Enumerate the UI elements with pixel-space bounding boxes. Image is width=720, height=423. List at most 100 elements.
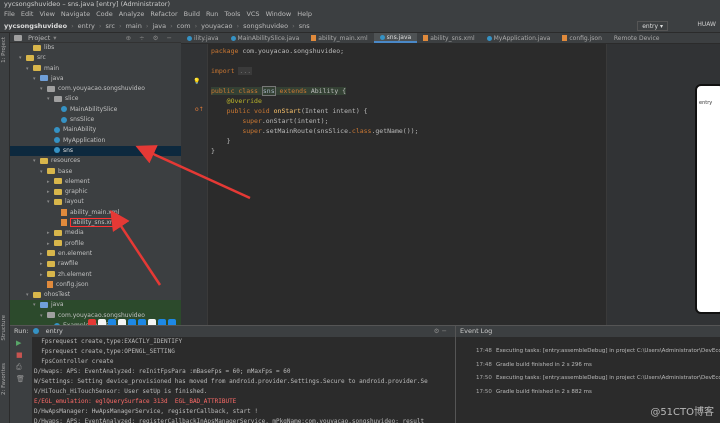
chevron-right-icon[interactable]: ▸ [40,249,47,259]
breadcrumb-main[interactable]: main [126,22,142,30]
tree-item-ability-main-xml[interactable]: ability_main.xml [10,208,181,218]
menu-view[interactable]: View [39,9,54,19]
tab-ability-sns-xml[interactable]: ability_sns.xml [417,33,480,43]
chevron-right-icon[interactable]: ▸ [47,228,54,238]
menu-file[interactable]: File [4,9,15,19]
tree-item-myapplication[interactable]: MyApplication [10,136,181,146]
tree-item-en-element[interactable]: ▸ en.element [10,249,181,259]
tree-item-mainability[interactable]: MainAbility [10,125,181,135]
project-panel-title[interactable]: Project [28,33,50,43]
chevron-right-icon[interactable]: ▸ [47,177,54,187]
menu-code[interactable]: Code [96,9,113,19]
favorites-tool-tab[interactable]: 2: Favorites [1,363,7,395]
run-config-tab[interactable]: entry [46,326,63,337]
tab-ility-java[interactable]: ility.java [181,33,225,43]
tree-item-label: config.json [56,280,89,288]
breadcrumb-youyacao[interactable]: youyacao [201,22,232,30]
breadcrumb-entry[interactable]: entry [78,22,95,30]
bulb-icon[interactable]: 💡 [193,78,200,85]
tree-item-config-json[interactable]: config.json [10,280,181,290]
tree-item-ability-sns-xml[interactable]: ability_sns.xml [10,218,181,228]
override-marker-icon[interactable]: o↑ [195,106,204,113]
tree-item-src[interactable]: ▾ src [10,53,181,63]
chevron-down-icon[interactable]: ▾ [47,94,54,104]
breadcrumb-songshuvideo[interactable]: songshuvideo [243,22,288,30]
tree-item-graphic[interactable]: ▸ graphic [10,187,181,197]
menu-edit[interactable]: Edit [21,9,34,19]
tree-item-element[interactable]: ▸ element [10,177,181,187]
tree-item-main[interactable]: ▾ main [10,64,181,74]
tree-item-zh-element[interactable]: ▸ zh.element [10,270,181,280]
menu-window[interactable]: Window [266,9,292,19]
device-selector[interactable]: HUAW [697,21,716,28]
stop-icon[interactable]: ■ [16,351,23,359]
tab-sns-java[interactable]: sns.java [373,33,418,43]
chevron-down-icon[interactable]: ▾ [40,311,47,321]
chevron-down-icon[interactable]: ▾ [47,197,54,207]
chevron-right-icon[interactable]: ▸ [40,259,47,269]
tree-item-java[interactable]: ▾ java [10,300,181,311]
chevron-right-icon[interactable]: ▸ [47,239,54,249]
chevron-right-icon[interactable]: ▸ [40,270,47,280]
tree-item-rawfile[interactable]: ▸ rawfile [10,259,181,269]
chevron-down-icon[interactable]: ▾ [33,74,40,84]
menu-build[interactable]: Build [184,9,200,19]
print-icon[interactable]: ⎙ [16,363,22,372]
tree-item-layout[interactable]: ▾ layout [10,197,181,207]
tree-item-java[interactable]: ▾ java [10,74,181,84]
menu-tools[interactable]: Tools [224,9,240,19]
tab-ability-main-xml[interactable]: ability_main.xml [305,33,373,43]
menu-run[interactable]: Run [206,9,218,19]
tree-item-ohostest[interactable]: ▾ ohosTest [10,290,181,300]
tree-item-media[interactable]: ▸ media [10,228,181,238]
chevron-down-icon[interactable]: ▾ [40,167,47,177]
event-text[interactable]: Gradle build finished in 2 s 296 ms [496,362,592,368]
menu-vcs[interactable]: VCS [246,9,259,19]
tree-item-snsslice[interactable]: snsSlice [10,115,181,125]
breadcrumb-yycsongshuvideo[interactable]: yycsongshuvideo [4,22,67,30]
code-editor[interactable]: package com.youyacao.songshuvideo; impor… [208,44,606,325]
tree-item-com-youyacao-songshuvideo[interactable]: ▾ com.youyacao.songshuvideo [10,84,181,94]
chevron-down-icon[interactable]: ▾ [26,290,33,300]
menu-help[interactable]: Help [297,9,312,19]
chevron-down-icon[interactable]: ▾ [33,300,40,310]
project-tool-tab[interactable]: 1: Project [1,37,7,63]
menu-navigate[interactable]: Navigate [61,9,90,19]
breadcrumb-sns[interactable]: sns [299,22,310,30]
tree-item-slice[interactable]: ▾ slice [10,94,181,104]
tab-myapplication-java[interactable]: MyApplication.java [481,33,557,43]
chevron-right-icon[interactable]: ▸ [47,187,54,197]
tree-item-label: MainAbility [63,126,97,134]
tab-remote-device[interactable]: Remote Device [608,33,666,43]
menu-analyze[interactable]: Analyze [119,9,145,19]
chevron-down-icon[interactable]: ▾ [53,33,56,43]
tree-item-mainabilityslice[interactable]: MainAbilitySlice [10,105,181,115]
tree-item-label: ability_main.xml [70,208,120,216]
breadcrumb-com[interactable]: com [177,22,191,30]
event-text[interactable]: Gradle build finished in 2 s 882 ms [496,389,592,395]
tree-item-profile[interactable]: ▸ profile [10,239,181,249]
chevron-down-icon[interactable]: ▾ [40,84,47,94]
delete-icon[interactable]: 🗑 [16,375,25,383]
chevron-down-icon[interactable]: ▾ [19,53,26,63]
structure-tool-tab[interactable]: Structure [1,315,7,341]
tree-item-base[interactable]: ▾ base [10,167,181,177]
tree-item-libs[interactable]: libs [10,43,181,53]
chevron-down-icon[interactable]: ▾ [26,64,33,74]
event-text[interactable]: Executing tasks: [entry:assembleDebug] i… [496,375,720,381]
tree-item-sns[interactable]: sns [10,145,181,157]
run-config-dropdown[interactable]: entry ▾ [637,21,668,31]
tab-config-json[interactable]: config.json [556,33,608,43]
run-console-output[interactable]: Fpsrequest create,type:EXACTLY_IDENTIFY … [34,337,454,423]
rerun-icon[interactable]: ▶ [16,339,21,347]
chevron-down-icon[interactable]: ▾ [33,156,40,166]
log-line: W/Settings: Setting device_provisioned h… [34,378,428,385]
event-text[interactable]: Executing tasks: [entry:assembleDebug] i… [496,348,720,354]
breadcrumb-src[interactable]: src [105,22,115,30]
menu-refactor[interactable]: Refactor [150,9,177,19]
settings-gear-icon[interactable]: ⚙ − [434,326,447,337]
breadcrumb-java[interactable]: java [152,22,166,30]
tab-mainabilityslice-java[interactable]: MainAbilitySlice.java [225,33,306,43]
tree-item-resources[interactable]: ▾ resources [10,156,181,166]
panel-toolbar-icons[interactable]: ⊕ ÷ ⚙ − [126,33,175,43]
